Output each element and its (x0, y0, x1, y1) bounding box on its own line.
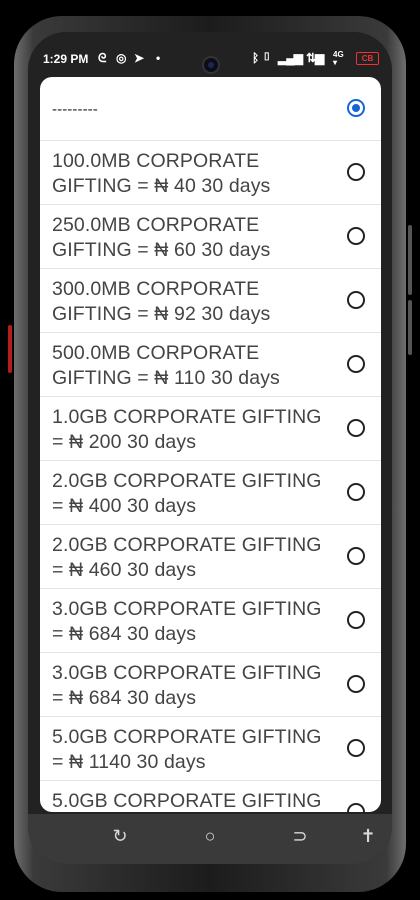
radio-icon[interactable] (347, 163, 365, 181)
recents-icon[interactable]: ↻ (106, 822, 134, 850)
option-label: 1.0GB CORPORATE GIFTING = ₦ 200 30 days (52, 406, 322, 453)
whatsapp-icon: ◎ (116, 51, 127, 65)
option-row[interactable]: 3.0GB CORPORATE GIFTING = ₦ 684 30 days (40, 589, 381, 653)
option-row[interactable]: 5.0GB CORPORATE GIFTING (40, 781, 381, 812)
radio-selected-icon[interactable] (347, 99, 365, 117)
battery-icon: CB (356, 52, 379, 65)
option-label: 2.0GB CORPORATE GIFTING = ₦ 400 30 days (52, 470, 322, 517)
option-label: 3.0GB CORPORATE GIFTING = ₦ 684 30 days (52, 662, 322, 709)
option-row[interactable]: 100.0MB CORPORATE GIFTING = ₦ 40 30 days (40, 141, 381, 205)
option-label: --------- (52, 101, 98, 118)
radio-icon[interactable] (347, 611, 365, 629)
accessibility-icon[interactable]: ✝ (354, 822, 382, 850)
option-label: 100.0MB CORPORATE GIFTING = ₦ 40 30 days (52, 150, 271, 197)
radio-icon[interactable] (347, 483, 365, 501)
front-camera (202, 56, 220, 74)
option-label: 3.0GB CORPORATE GIFTING = ₦ 684 30 days (52, 598, 322, 645)
radio-icon[interactable] (347, 739, 365, 757)
bluetooth-icon: ᛒ (252, 51, 260, 65)
back-icon[interactable]: ⊃ (286, 822, 314, 850)
radio-icon[interactable] (347, 227, 365, 245)
option-row[interactable]: 5.0GB CORPORATE GIFTING = ₦ 1140 30 days (40, 717, 381, 781)
volume-button (408, 225, 412, 295)
screen: 1:29 PM ᘓ ◎ ➤ • ᛒ ▯ ▂▄▆ ⇅▆ 4G ▾ CB ------… (28, 32, 392, 864)
option-label: 300.0MB CORPORATE GIFTING = ₦ 92 30 days (52, 278, 271, 325)
option-row[interactable]: 2.0GB CORPORATE GIFTING = ₦ 460 30 days (40, 525, 381, 589)
radio-icon[interactable] (347, 547, 365, 565)
radio-icon[interactable] (347, 675, 365, 693)
telegram-icon: ➤ (134, 51, 145, 65)
option-row[interactable]: --------- (40, 77, 381, 141)
gesture-icon: ᘓ (98, 51, 107, 65)
radio-icon[interactable] (347, 419, 365, 437)
option-label: 2.0GB CORPORATE GIFTING = ₦ 460 30 days (52, 534, 322, 581)
data-icon: 4G ▾ (333, 50, 344, 67)
package-select-dialog: --------- 100.0MB CORPORATE GIFTING = ₦ … (40, 77, 381, 812)
option-label: 5.0GB CORPORATE GIFTING (52, 790, 322, 812)
navigation-bar: ↻ ○ ⊃ ✝ (28, 814, 392, 864)
vibrate-icon: ▯ (264, 51, 270, 62)
side-button (8, 325, 12, 373)
power-button (408, 300, 412, 355)
radio-icon[interactable] (347, 803, 365, 812)
status-time: 1:29 PM (43, 52, 89, 66)
radio-icon[interactable] (347, 291, 365, 309)
option-label: 250.0MB CORPORATE GIFTING = ₦ 60 30 days (52, 214, 271, 261)
option-row[interactable]: 500.0MB CORPORATE GIFTING = ₦ 110 30 day… (40, 333, 381, 397)
option-row[interactable]: 3.0GB CORPORATE GIFTING = ₦ 684 30 days (40, 653, 381, 717)
signal-icon: ▂▄▆ (278, 51, 303, 65)
status-bar: 1:29 PM ᘓ ◎ ➤ • ᛒ ▯ ▂▄▆ ⇅▆ 4G ▾ CB (28, 32, 392, 74)
option-row[interactable]: 300.0MB CORPORATE GIFTING = ₦ 92 30 days (40, 269, 381, 333)
option-row[interactable]: 2.0GB CORPORATE GIFTING = ₦ 400 30 days (40, 461, 381, 525)
option-label: 500.0MB CORPORATE GIFTING = ₦ 110 30 day… (52, 342, 280, 389)
option-row[interactable]: 250.0MB CORPORATE GIFTING = ₦ 60 30 days (40, 205, 381, 269)
option-label: 5.0GB CORPORATE GIFTING = ₦ 1140 30 days (52, 726, 322, 773)
wifi-icon: ⇅▆ (306, 51, 324, 65)
option-row[interactable]: 1.0GB CORPORATE GIFTING = ₦ 200 30 days (40, 397, 381, 461)
home-icon[interactable]: ○ (196, 822, 224, 850)
dot-icon: • (156, 51, 161, 65)
radio-icon[interactable] (347, 355, 365, 373)
